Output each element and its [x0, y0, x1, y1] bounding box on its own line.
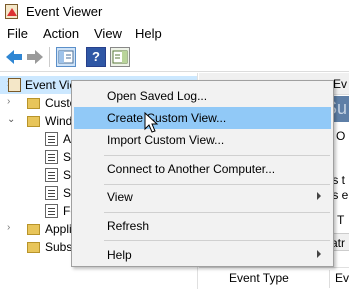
window-title: Event Viewer [26, 4, 103, 19]
submenu-arrow-icon [317, 192, 321, 200]
help-icon[interactable]: ? [86, 47, 106, 67]
menu-item-connect-to-another-computer[interactable]: Connect to Another Computer... [74, 158, 331, 180]
menu-item-label: View [107, 190, 133, 204]
tree-item-label: Event Vie [25, 78, 77, 92]
menu-item-import-custom-view[interactable]: Import Custom View... [74, 129, 331, 151]
mouse-cursor-icon [144, 111, 160, 134]
tree-item-label: Wind [45, 114, 73, 128]
toolbar: ? [0, 43, 349, 72]
log-icon [45, 204, 58, 218]
folder-icon [27, 98, 40, 109]
menu-item-refresh[interactable]: Refresh [74, 215, 331, 237]
menu-item-label: Import Custom View... [107, 133, 225, 147]
menu-item-label: Create Custom View... [107, 111, 227, 125]
menu-item-view[interactable]: View [74, 186, 331, 208]
back-arrow-icon[interactable] [4, 47, 24, 67]
log-icon [45, 186, 58, 200]
event-viewer-icon [8, 78, 21, 92]
details-header-text: Ev [333, 77, 348, 91]
events-column-header: Event Type Ev [199, 267, 349, 289]
menu-item-label: Help [107, 248, 132, 262]
menu-separator [104, 240, 330, 241]
menu-separator [104, 155, 330, 156]
menu-item-label: Open Saved Log... [107, 89, 208, 103]
summary-text-fragment: T [337, 213, 345, 227]
submenu-arrow-icon [317, 250, 321, 258]
log-icon [45, 132, 58, 146]
toolbar-separator [49, 47, 50, 67]
menu-file[interactable]: File [7, 26, 28, 41]
column-event-type[interactable]: Event Type [229, 271, 289, 285]
show-hide-console-tree-icon[interactable] [56, 47, 76, 67]
overview-text-fragment: O [336, 129, 346, 143]
column-event-id[interactable]: Ev [335, 271, 349, 285]
menu-item-open-saved-log[interactable]: Open Saved Log... [74, 85, 331, 107]
event-viewer-icon [5, 4, 18, 19]
menu-item-help[interactable]: Help [74, 244, 331, 266]
menu-action[interactable]: Action [43, 26, 79, 41]
tree-item-label: Appli [45, 222, 72, 236]
log-icon [45, 150, 58, 164]
menu-item-label: Refresh [107, 219, 150, 233]
show-hide-action-pane-icon[interactable] [110, 47, 130, 67]
expand-chevron-icon[interactable]: › [7, 97, 17, 107]
menu-separator [104, 212, 330, 213]
folder-icon [27, 224, 40, 235]
forward-arrow-icon[interactable] [25, 47, 45, 67]
expanded-chevron-icon[interactable]: ⌄ [7, 115, 17, 125]
context-menu: Open Saved Log... Create Custom View... … [71, 80, 334, 267]
menu-item-label: Connect to Another Computer... [107, 162, 276, 176]
title-bar: Event Viewer [0, 0, 349, 24]
column-separator[interactable] [329, 270, 330, 288]
menu-separator [104, 184, 330, 185]
menu-help[interactable]: Help [135, 26, 162, 41]
tree-item-label: A [63, 132, 72, 146]
menu-bar: File Action View Help [0, 24, 349, 43]
folder-icon [27, 116, 40, 127]
expand-chevron-icon[interactable]: › [7, 223, 17, 233]
menu-view[interactable]: View [94, 26, 122, 41]
log-icon [45, 168, 58, 182]
folder-icon [27, 242, 40, 253]
menu-item-create-custom-view[interactable]: Create Custom View... [74, 107, 331, 129]
